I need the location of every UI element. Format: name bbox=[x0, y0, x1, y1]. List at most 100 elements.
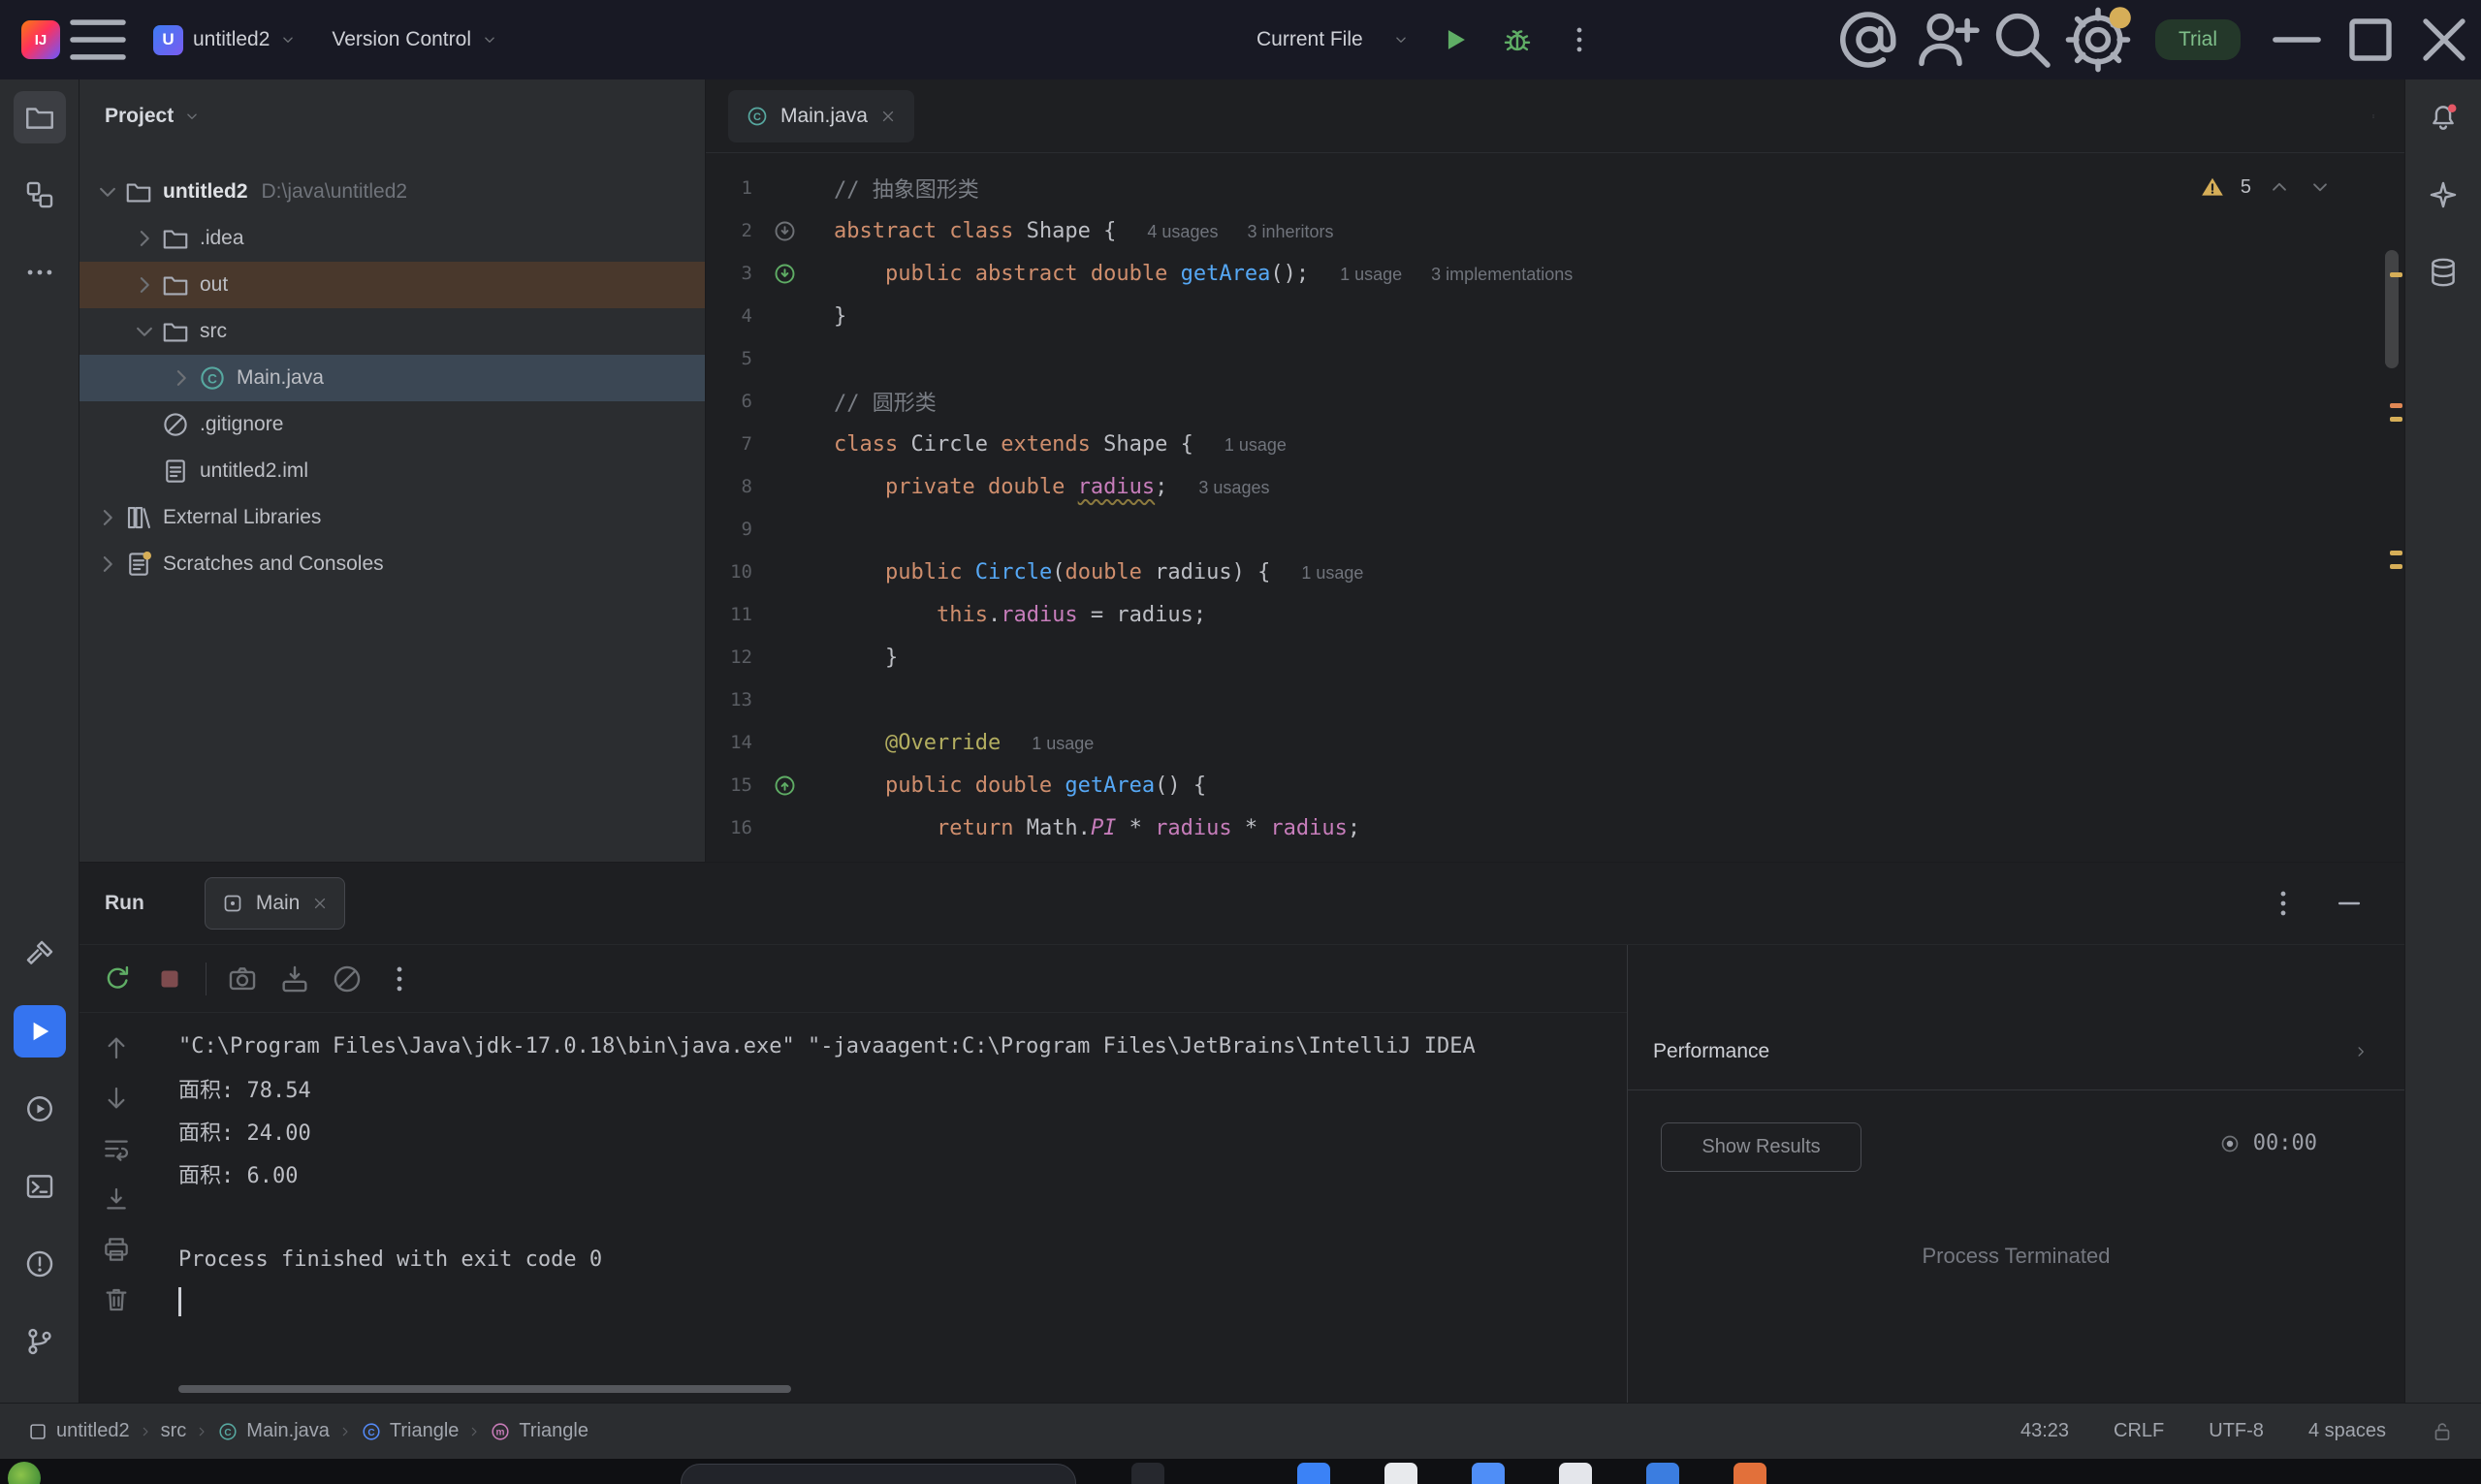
taskbar-search-box[interactable] bbox=[681, 1464, 1076, 1484]
hamburger-menu-icon[interactable] bbox=[60, 0, 136, 79]
taskbar-app-icon[interactable] bbox=[1131, 1463, 1164, 1484]
tree-item-main-java[interactable]: CMain.java bbox=[80, 355, 705, 401]
export-icon[interactable] bbox=[278, 963, 311, 995]
chevron-right-icon[interactable] bbox=[130, 270, 159, 300]
chevron-right-icon[interactable] bbox=[130, 224, 159, 253]
taskbar-start-icon[interactable] bbox=[8, 1462, 41, 1484]
chevron-down-icon[interactable] bbox=[2307, 174, 2333, 200]
debug-button[interactable] bbox=[1501, 23, 1534, 56]
chevron-right-icon[interactable] bbox=[93, 503, 122, 532]
windows-taskbar[interactable] bbox=[0, 1459, 2481, 1484]
stripe-mark[interactable] bbox=[2390, 403, 2402, 408]
taskbar-app-icon[interactable] bbox=[1559, 1463, 1592, 1484]
run-config-label[interactable]: Current File bbox=[1256, 28, 1363, 51]
stripe-mark[interactable] bbox=[2390, 272, 2402, 277]
search-icon[interactable] bbox=[1985, 0, 2060, 79]
inlay-hint[interactable]: 3 inheritors bbox=[1247, 222, 1333, 241]
caret-position[interactable]: 43:23 bbox=[2020, 1420, 2069, 1442]
inlay-hint[interactable]: 4 usages bbox=[1147, 222, 1218, 241]
breadcrumb-item[interactable]: CTriangle bbox=[361, 1420, 460, 1442]
more-actions-icon[interactable] bbox=[1563, 23, 1596, 56]
tool-window-button-terminal[interactable] bbox=[14, 1160, 66, 1213]
impl-up-icon[interactable] bbox=[772, 773, 798, 799]
editor-scrollbar[interactable] bbox=[2385, 250, 2399, 368]
tree-item-external-libraries[interactable]: External Libraries bbox=[80, 494, 705, 541]
trial-badge[interactable]: Trial bbox=[2155, 19, 2241, 60]
camera-icon[interactable] bbox=[226, 963, 259, 995]
code-line[interactable]: 10 public Circle(double radius) {1 usage bbox=[706, 551, 2404, 593]
trash-icon[interactable] bbox=[101, 1284, 132, 1315]
line-ending[interactable]: CRLF bbox=[2114, 1420, 2164, 1442]
console-output[interactable]: "C:\Program Files\Java\jdk-17.0.18\bin\j… bbox=[153, 1013, 1627, 1403]
code-line[interactable]: 16 return Math.PI * radius * radius; bbox=[706, 806, 2404, 849]
taskbar-app-icon[interactable] bbox=[1472, 1463, 1505, 1484]
chevron-down-icon[interactable] bbox=[130, 317, 159, 346]
tool-window-button-services[interactable] bbox=[14, 1083, 66, 1135]
inlay-hint[interactable]: 1 usage bbox=[1032, 734, 1094, 753]
taskbar-app-icon[interactable] bbox=[1734, 1463, 1766, 1484]
code-line[interactable]: 14 @Override1 usage bbox=[706, 721, 2404, 764]
stripe-mark[interactable] bbox=[2390, 551, 2402, 555]
inlay-hint[interactable]: 1 usage bbox=[1301, 563, 1363, 583]
code-line[interactable]: 15 public double getArea() { bbox=[706, 764, 2404, 806]
settings-gear-icon[interactable] bbox=[2060, 0, 2136, 79]
code-line[interactable]: 2abstract class Shape {4 usages3 inherit… bbox=[706, 209, 2404, 252]
code-line[interactable]: 1// 抽象图形类 bbox=[706, 167, 2404, 209]
impl-down-icon[interactable] bbox=[772, 261, 798, 287]
tree-item--idea[interactable]: .idea bbox=[80, 215, 705, 262]
indent-setting[interactable]: 4 spaces bbox=[2308, 1420, 2386, 1442]
soft-wrap-icon[interactable] bbox=[101, 1133, 132, 1164]
taskbar-app-icon[interactable] bbox=[1384, 1463, 1417, 1484]
run-button[interactable] bbox=[1439, 23, 1472, 56]
chevron-right-icon[interactable] bbox=[93, 550, 122, 579]
tree-item--gitignore[interactable]: .gitignore bbox=[80, 401, 705, 448]
rerun-icon[interactable] bbox=[101, 963, 134, 995]
chevron-down-icon[interactable] bbox=[93, 177, 122, 206]
chevron-right-icon[interactable] bbox=[167, 363, 196, 393]
inlay-hint[interactable]: 3 usages bbox=[1198, 478, 1269, 497]
editor-body[interactable]: 1// 抽象图形类2abstract class Shape {4 usages… bbox=[706, 153, 2404, 861]
code-line[interactable]: 12 } bbox=[706, 636, 2404, 679]
run-options-icon[interactable] bbox=[2267, 887, 2300, 920]
record-icon[interactable] bbox=[2218, 1132, 2242, 1155]
stop-icon[interactable] bbox=[153, 963, 186, 995]
clear-icon[interactable] bbox=[331, 963, 364, 995]
close-icon[interactable] bbox=[879, 108, 897, 125]
window-minimize-button[interactable] bbox=[2260, 0, 2334, 79]
taskbar-app-icon[interactable] bbox=[1297, 1463, 1330, 1484]
code-line[interactable]: 3 public abstract double getArea();1 usa… bbox=[706, 252, 2404, 295]
code-area[interactable]: 1// 抽象图形类2abstract class Shape {4 usages… bbox=[706, 153, 2404, 849]
scroll-end-icon[interactable] bbox=[101, 1184, 132, 1215]
tool-window-button-problems[interactable] bbox=[14, 1238, 66, 1290]
tree-item-untitled2-iml[interactable]: untitled2.iml bbox=[80, 448, 705, 494]
project-widget[interactable]: U untitled2 bbox=[136, 0, 314, 79]
code-line[interactable]: 13 bbox=[706, 679, 2404, 721]
code-line[interactable]: 5 bbox=[706, 337, 2404, 380]
arrow-down-icon[interactable] bbox=[101, 1083, 132, 1114]
taskbar-app-icon[interactable] bbox=[1646, 1463, 1679, 1484]
run-tab-main[interactable]: Main bbox=[205, 877, 346, 930]
encoding[interactable]: UTF-8 bbox=[2209, 1420, 2264, 1442]
kebab-icon[interactable] bbox=[383, 963, 416, 995]
tool-window-button-ai-assistant[interactable] bbox=[2417, 169, 2469, 221]
close-icon[interactable] bbox=[311, 895, 329, 912]
inlay-hint[interactable]: 1 usage bbox=[1225, 435, 1287, 455]
tool-window-button-build[interactable] bbox=[14, 928, 66, 980]
breadcrumb-item[interactable]: untitled2 bbox=[27, 1420, 130, 1442]
tree-item-out[interactable]: out bbox=[80, 262, 705, 308]
tool-window-button-notifications[interactable] bbox=[2417, 91, 2469, 143]
inlay-hint[interactable]: 1 usage bbox=[1340, 265, 1402, 284]
code-with-me-icon[interactable] bbox=[1833, 0, 1909, 79]
chevron-up-icon[interactable] bbox=[2267, 174, 2292, 200]
hide-panel-icon[interactable] bbox=[2333, 887, 2366, 920]
tab-options-icon[interactable] bbox=[2371, 100, 2404, 133]
breadcrumb-item[interactable]: mTriangle bbox=[490, 1420, 588, 1442]
code-line[interactable]: 11 this.radius = radius; bbox=[706, 593, 2404, 636]
stripe-mark[interactable] bbox=[2390, 564, 2402, 569]
lock-icon[interactable] bbox=[2431, 1420, 2454, 1443]
tool-window-button-project[interactable] bbox=[14, 91, 66, 143]
tree-item-untitled2[interactable]: untitled2D:\java\untitled2 bbox=[80, 169, 705, 215]
console-horizontal-scrollbar[interactable] bbox=[178, 1385, 791, 1393]
tool-window-button-run[interactable] bbox=[14, 1005, 66, 1058]
tool-window-button-more-tool-windows[interactable] bbox=[14, 246, 66, 299]
